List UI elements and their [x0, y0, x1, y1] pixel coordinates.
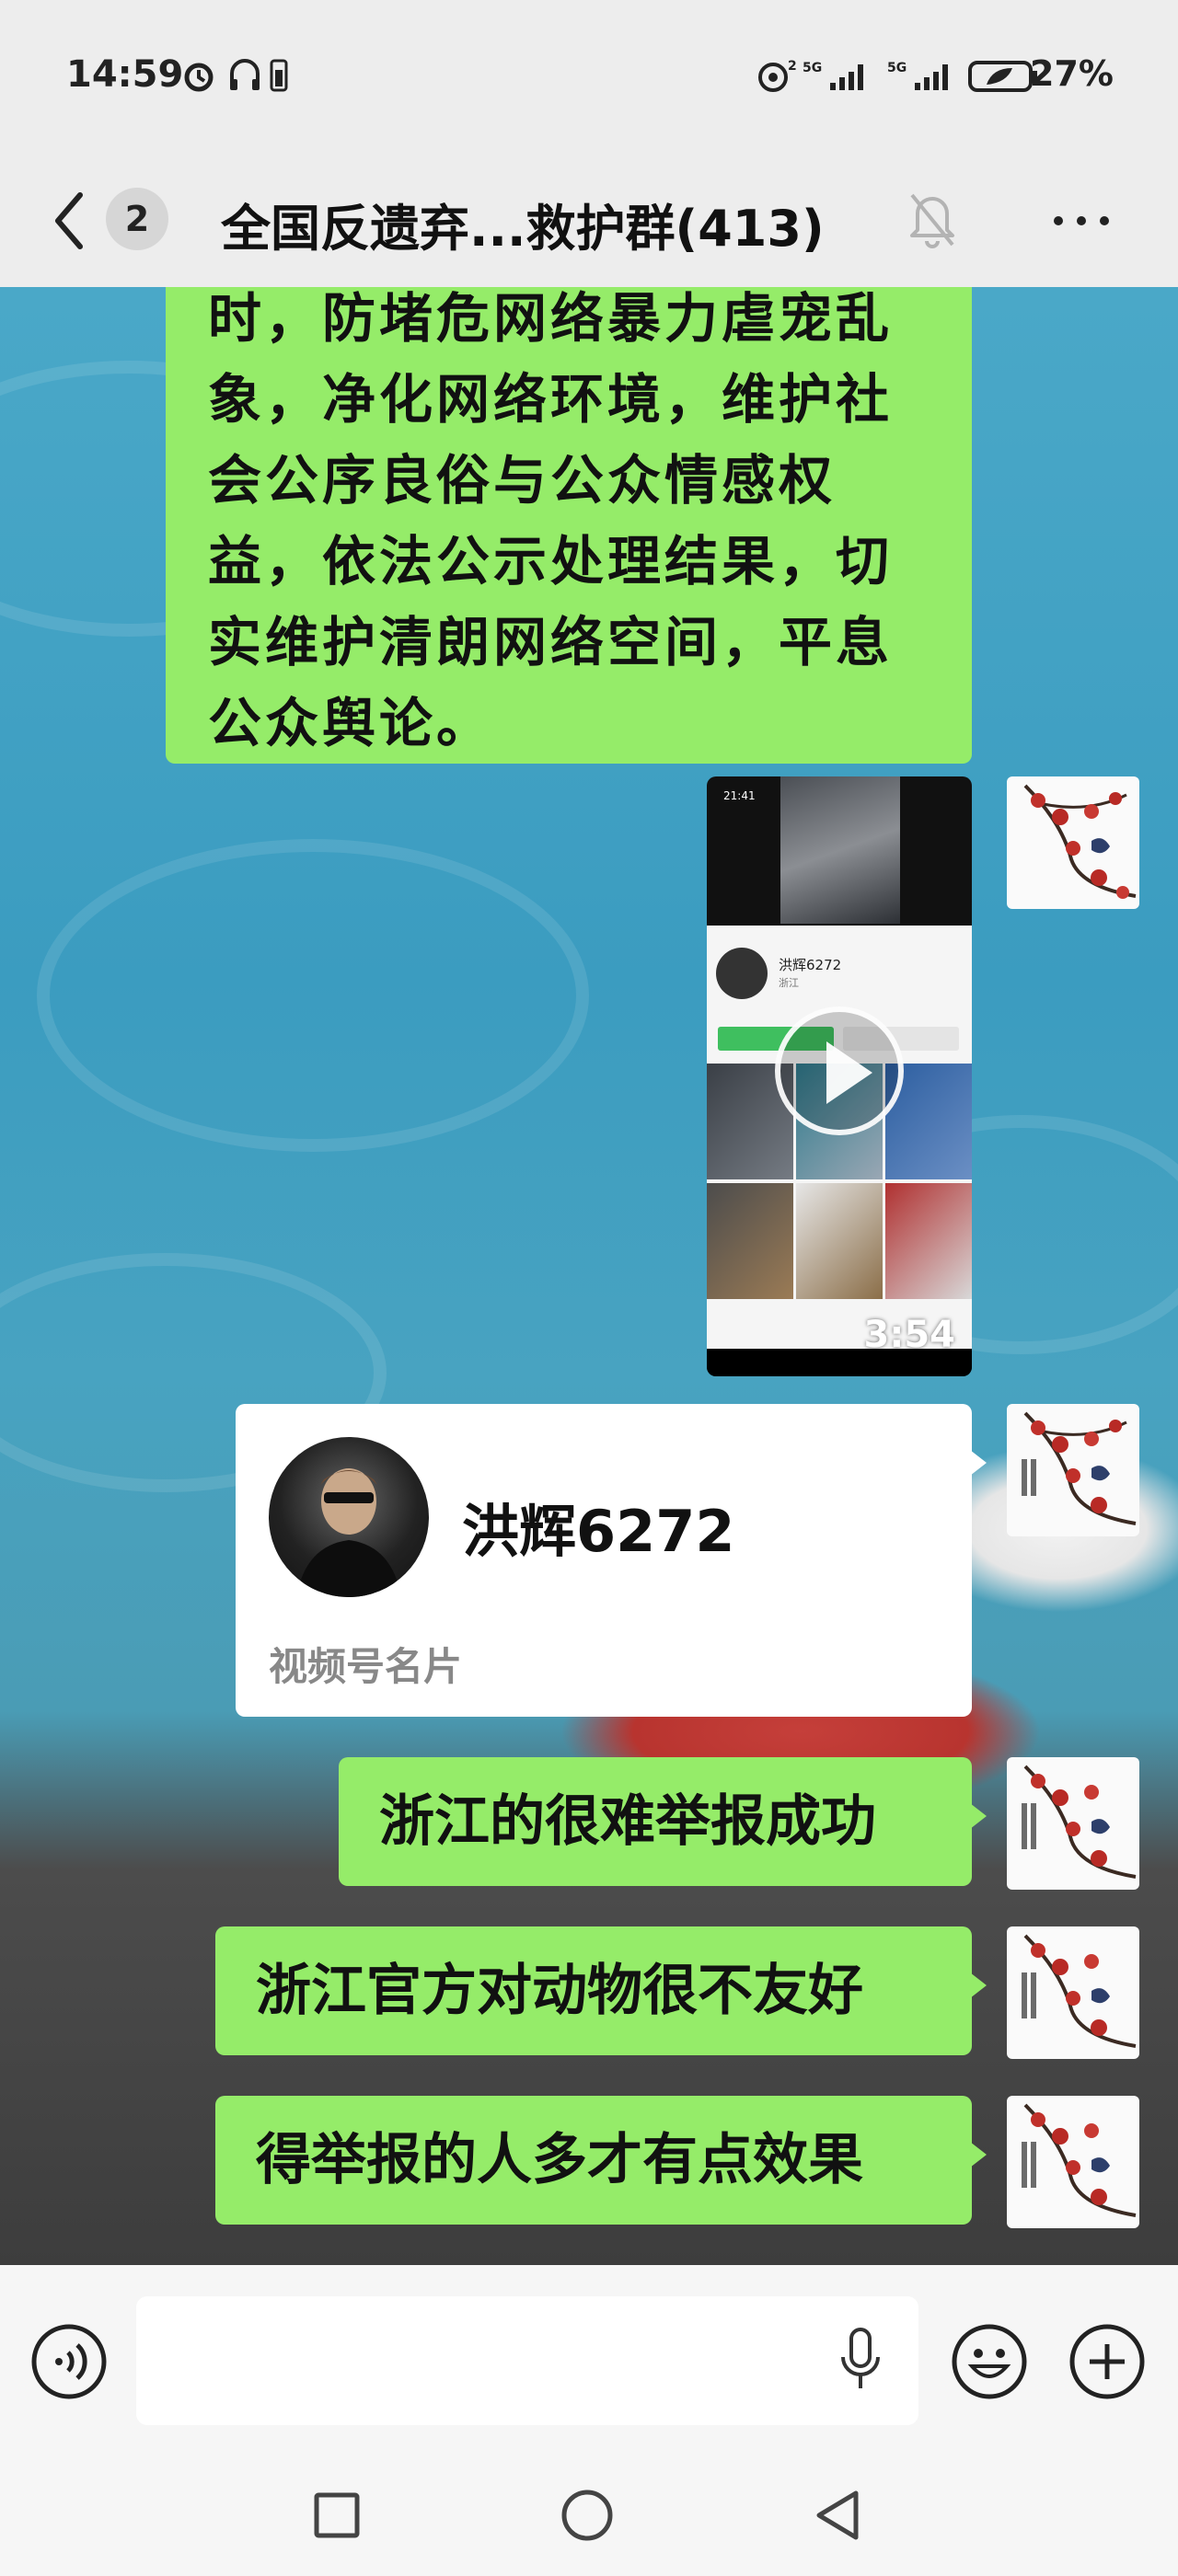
microphone-icon[interactable]	[837, 2324, 884, 2398]
bubble-tail	[970, 1972, 987, 1998]
plum-blossom-icon	[1022, 2103, 1137, 2217]
video-inner-time: 21:41	[723, 789, 756, 802]
plum-blossom-icon	[1023, 784, 1137, 899]
small-battery-icon	[270, 59, 288, 92]
sender-avatar[interactable]	[1007, 776, 1139, 909]
chat-title: 全国反遗弃...救护群(413)	[221, 200, 825, 258]
more-icon[interactable]	[1049, 193, 1114, 248]
video-inner-profile-panel: 洪辉6272 浙江	[707, 926, 972, 1358]
battery-icon	[968, 61, 1037, 92]
signal-5g-icon: 5G	[803, 61, 863, 90]
voice-icon[interactable]	[29, 2322, 109, 2401]
plum-blossom-icon	[1022, 1411, 1137, 1525]
headphones-icon	[230, 59, 260, 90]
profile-card-label: 视频号名片	[269, 1644, 463, 1689]
alarm-icon	[184, 63, 214, 92]
system-navigation-bar	[0, 2456, 1178, 2576]
battery-percent: 27%	[1030, 53, 1114, 94]
message-line: 象，净化网络环境，维护社	[208, 368, 894, 431]
plus-icon[interactable]	[1068, 2322, 1147, 2401]
home-circle-icon[interactable]	[560, 2488, 615, 2543]
video-inner-navstrip	[707, 1349, 972, 1376]
message-line: 时，防堵危网络暴力虐宠乱	[208, 287, 894, 350]
text-message[interactable]: 浙江官方对动物很不友好	[215, 1926, 987, 2055]
channel-profile-card[interactable]: 洪辉6272 视频号名片	[236, 1404, 987, 1717]
profile-card-name: 洪辉6272	[462, 1498, 735, 1565]
input-bar	[0, 2265, 1178, 2456]
unread-count-badge[interactable]: 2	[106, 188, 168, 250]
signal-5g-icon: 5G	[887, 61, 948, 90]
video-inner-profile-name: 洪辉6272	[779, 957, 842, 973]
back-icon[interactable]	[51, 184, 87, 258]
hotspot-icon: 2	[758, 59, 797, 92]
message-input[interactable]	[136, 2296, 918, 2425]
message-text: 得举报的人多才有点效果	[256, 2128, 863, 2192]
sender-avatar[interactable]	[1007, 1404, 1139, 1536]
sender-avatar[interactable]	[1007, 1926, 1139, 2059]
message-line: 公众舆论。	[208, 692, 494, 754]
chat-area[interactable]: 时，防堵危网络暴力虐宠乱 象，净化网络环境，维护社 会公序良俗与公众情感权 益，…	[0, 287, 1178, 2265]
bubble-tail	[970, 2142, 987, 2168]
person-silhouette-icon	[296, 1468, 401, 1597]
bubble-tail	[970, 1450, 987, 1476]
svg-text:2: 2	[788, 59, 797, 74]
plum-blossom-icon	[1022, 1765, 1137, 1879]
bubble-tail	[970, 1803, 987, 1829]
video-inner-profile-sub: 浙江	[779, 977, 799, 989]
svg-text:5G: 5G	[887, 61, 907, 75]
video-inner-avatar	[716, 948, 768, 999]
emoji-icon[interactable]	[950, 2322, 1029, 2401]
video-thumbnail-top	[780, 776, 900, 924]
message-line: 实维护清朗网络空间，平息	[208, 611, 894, 673]
message-line: 益，依法公示处理结果，切	[208, 530, 894, 592]
sender-avatar[interactable]	[1007, 1757, 1139, 1890]
recents-square-icon[interactable]	[309, 2488, 364, 2543]
message-line: 会公序良俗与公众情感权	[208, 449, 837, 512]
status-time: 14:59	[66, 53, 184, 96]
chat-header: 2 全国反遗弃...救护群(413)	[0, 156, 1178, 287]
message-text: 浙江的很难举报成功	[379, 1789, 876, 1854]
text-message[interactable]: 得举报的人多才有点效果	[215, 2096, 987, 2225]
background-swirl	[37, 839, 589, 1152]
status-bar: 14:59 2 5G 5G 27%	[0, 0, 1178, 156]
sender-avatar[interactable]	[1007, 2096, 1139, 2228]
text-message[interactable]: 浙江的很难举报成功	[339, 1757, 987, 1886]
profile-card-avatar	[269, 1437, 429, 1597]
message-text: 浙江官方对动物很不友好	[256, 1959, 863, 2023]
back-triangle-icon[interactable]	[810, 2488, 865, 2543]
plum-blossom-icon	[1022, 1934, 1137, 2048]
svg-text:5G: 5G	[803, 61, 822, 75]
long-text-message[interactable]: 时，防堵危网络暴力虐宠乱 象，净化网络环境，维护社 会公序良俗与公众情感权 益，…	[166, 287, 972, 764]
play-icon[interactable]	[775, 1006, 904, 1135]
video-message[interactable]: 21:41 洪辉6272 浙江 3:54	[707, 776, 972, 1376]
mute-bell-icon	[910, 193, 954, 248]
